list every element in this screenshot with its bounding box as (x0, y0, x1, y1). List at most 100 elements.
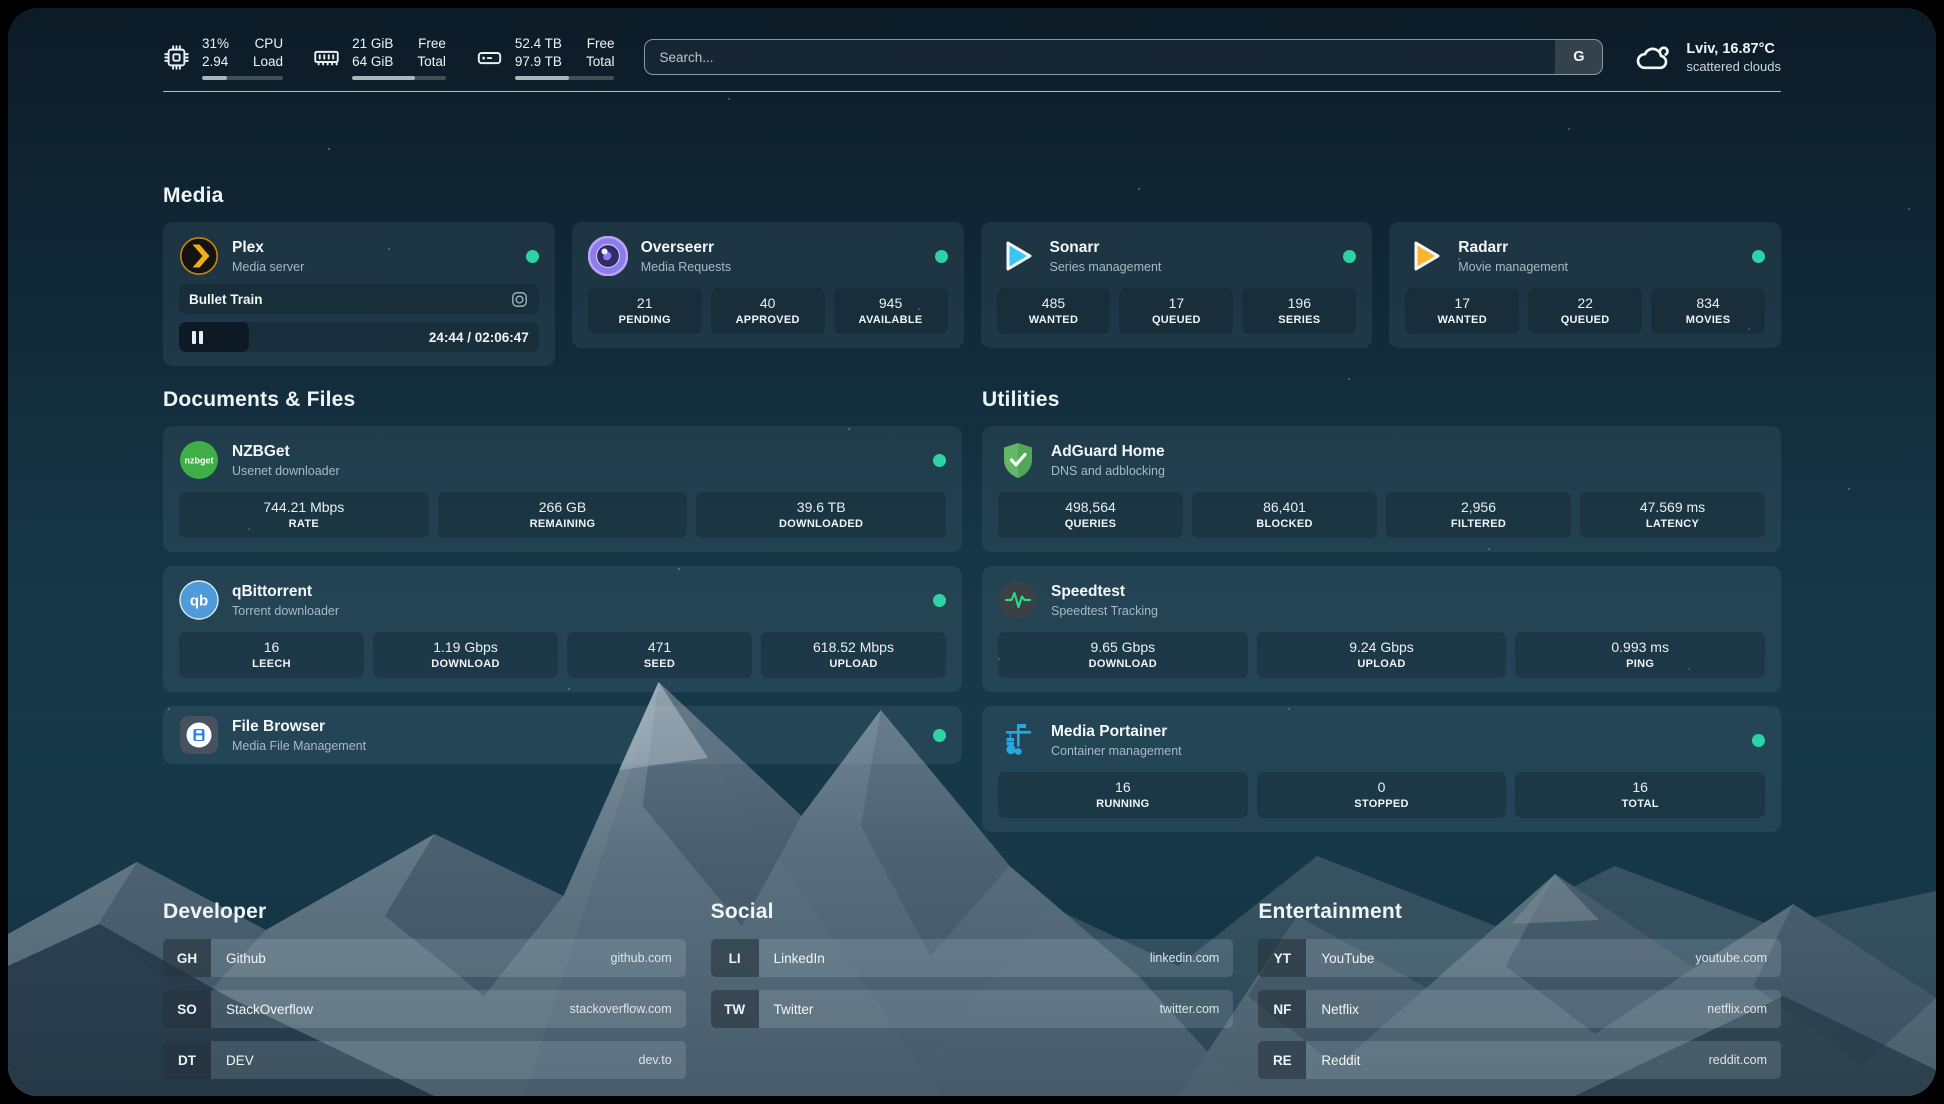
plex-icon (179, 236, 219, 276)
memory-widget: 21 GiB 64 GiB Free Total (313, 35, 446, 80)
bookmark-github[interactable]: GH Github github.com (163, 939, 686, 977)
memory-free-value: 21 GiB (352, 35, 393, 53)
disk-total-value: 97.9 TB (515, 53, 562, 71)
stat-running: 16 RUNNING (998, 772, 1248, 818)
stat-queued: 22 QUEUED (1528, 288, 1642, 334)
status-dot (933, 454, 946, 467)
playback-time: 24:44 / 02:06:47 (429, 330, 529, 345)
disk-free-label: Free (586, 35, 615, 53)
bookmark-dev[interactable]: DT DEV dev.to (163, 1041, 686, 1079)
service-title: Plex (232, 238, 304, 257)
service-card-plex[interactable]: Plex Media server Bullet Train (163, 222, 555, 366)
now-playing-view-icon[interactable] (510, 290, 529, 309)
stat-queued: 17 QUEUED (1119, 288, 1233, 334)
top-bar: 31% 2.94 CPU Load (163, 35, 1781, 80)
cpu-load-value: 2.94 (202, 53, 229, 71)
service-card-sonarr[interactable]: Sonarr Series management 485 WANTED 17 Q… (981, 222, 1373, 348)
snow-flakes (8, 8, 10, 10)
service-card-portainer[interactable]: Media Portainer Container management 16 … (982, 706, 1781, 832)
utilities-column: Utilities AdGuard Home DNS and adblock (982, 388, 1781, 832)
stat-download: 9.65 Gbps DOWNLOAD (998, 632, 1248, 678)
disk-icon (476, 44, 503, 71)
service-card-qbittorrent[interactable]: qb qBittorrent Torrent downloader 16 (163, 566, 962, 692)
bookmark-name: YouTube (1321, 951, 1374, 966)
bookmark-abbr: LI (711, 939, 759, 977)
stat-seed: 471 SEED (567, 632, 752, 678)
playback-progress-row: 24:44 / 02:06:47 (179, 322, 539, 352)
cpu-progress-fill (202, 76, 227, 80)
bookmark-group-social: Social LI LinkedIn linkedin.com TW Twitt… (711, 900, 1234, 1079)
service-card-adguard[interactable]: AdGuard Home DNS and adblocking 498,564 … (982, 426, 1781, 552)
status-dot (935, 250, 948, 263)
bookmark-url: dev.to (639, 1053, 672, 1067)
cpu-usage-label: CPU (253, 35, 283, 53)
weather-condition: scattered clouds (1686, 59, 1781, 74)
bookmark-abbr: NF (1258, 990, 1306, 1028)
bookmark-youtube[interactable]: YT YouTube youtube.com (1258, 939, 1781, 977)
radarr-icon (1405, 236, 1445, 276)
bookmark-twitter[interactable]: TW Twitter twitter.com (711, 990, 1234, 1028)
service-title: Sonarr (1050, 238, 1162, 257)
documents-column: Documents & Files nzbget NZBGet Usenet d… (163, 388, 962, 764)
portainer-icon (998, 720, 1038, 760)
service-subtitle: Movie management (1458, 260, 1568, 274)
service-subtitle: Speedtest Tracking (1051, 604, 1158, 618)
search-bar: G (644, 39, 1603, 75)
search-provider-button[interactable]: G (1555, 40, 1602, 74)
service-card-overseerr[interactable]: Overseerr Media Requests 21 PENDING 40 A… (572, 222, 964, 348)
bookmark-name: Twitter (774, 1002, 814, 1017)
service-title: AdGuard Home (1051, 442, 1165, 461)
memory-total-label: Total (417, 53, 446, 71)
bookmark-stackoverflow[interactable]: SO StackOverflow stackoverflow.com (163, 990, 686, 1028)
service-card-radarr[interactable]: Radarr Movie management 17 WANTED 22 QUE… (1389, 222, 1781, 348)
memory-progress-fill (352, 76, 415, 80)
status-dot (1752, 250, 1765, 263)
section-title-documents: Documents & Files (163, 388, 962, 412)
service-card-filebrowser[interactable]: File Browser Media File Management (163, 706, 962, 764)
service-card-speedtest[interactable]: Speedtest Speedtest Tracking 9.65 Gbps D… (982, 566, 1781, 692)
service-title: Overseerr (641, 238, 731, 257)
sonarr-icon (997, 236, 1037, 276)
service-subtitle: Usenet downloader (232, 464, 340, 478)
stat-latency: 47.569 ms LATENCY (1580, 492, 1765, 538)
stat-upload: 9.24 Gbps UPLOAD (1257, 632, 1507, 678)
service-title: Radarr (1458, 238, 1568, 257)
bookmark-reddit[interactable]: RE Reddit reddit.com (1258, 1041, 1781, 1079)
service-card-nzbget[interactable]: nzbget NZBGet Usenet downloader 744.21 M… (163, 426, 962, 552)
service-subtitle: Torrent downloader (232, 604, 339, 618)
service-title: NZBGet (232, 442, 340, 461)
stat-wanted: 485 WANTED (997, 288, 1111, 334)
bookmark-abbr: DT (163, 1041, 211, 1079)
stat-downloaded: 39.6 TB DOWNLOADED (696, 492, 946, 538)
now-playing-row: Bullet Train (179, 284, 539, 314)
overseerr-icon (588, 236, 628, 276)
stat-ping: 0.993 ms PING (1515, 632, 1765, 678)
bookmark-url: youtube.com (1695, 951, 1767, 965)
status-dot (933, 594, 946, 607)
bookmark-abbr: RE (1258, 1041, 1306, 1079)
service-title: Media Portainer (1051, 722, 1182, 741)
bookmark-linkedin[interactable]: LI LinkedIn linkedin.com (711, 939, 1234, 977)
bookmark-netflix[interactable]: NF Netflix netflix.com (1258, 990, 1781, 1028)
weather-widget: Lviv, 16.87°C scattered clouds (1633, 37, 1781, 77)
stat-series: 196 SERIES (1242, 288, 1356, 334)
adguard-icon (998, 440, 1038, 480)
service-subtitle: Series management (1050, 260, 1162, 274)
search-input[interactable] (645, 40, 1555, 74)
stat-leech: 16 LEECH (179, 632, 364, 678)
weather-location-temp: Lviv, 16.87°C (1686, 41, 1781, 57)
status-dot (526, 250, 539, 263)
section-title-entertainment: Entertainment (1258, 900, 1781, 924)
section-title-social: Social (711, 900, 1234, 924)
bookmark-abbr: GH (163, 939, 211, 977)
nzbget-icon: nzbget (179, 440, 219, 480)
stat-remaining: 266 GB REMAINING (438, 492, 688, 538)
memory-free-label: Free (417, 35, 446, 53)
cpu-icon (163, 44, 190, 71)
bookmark-group-entertainment: Entertainment YT YouTube youtube.com NF … (1258, 900, 1781, 1079)
stat-stopped: 0 STOPPED (1257, 772, 1507, 818)
disk-total-label: Total (586, 53, 615, 71)
disk-widget: 52.4 TB 97.9 TB Free Total (476, 35, 615, 80)
cpu-progress-track (202, 76, 283, 80)
disk-progress-fill (515, 76, 569, 80)
